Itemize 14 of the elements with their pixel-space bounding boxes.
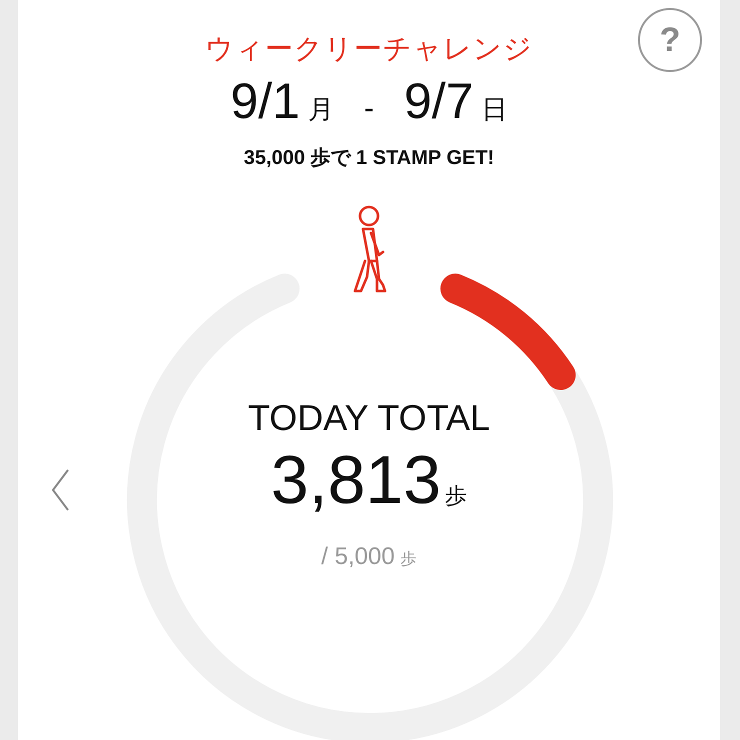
start-date: 9/1 [230, 72, 300, 130]
today-total-label: TODAY TOTAL [248, 397, 490, 439]
step-count: 3,813 [270, 441, 442, 519]
challenge-title: ウィークリーチャレンジ [205, 32, 533, 66]
end-date: 9/7 [404, 72, 474, 130]
end-weekday: 日 [482, 93, 508, 126]
help-button[interactable]: ? [638, 8, 702, 72]
start-weekday: 月 [308, 93, 334, 126]
step-unit: 歩 [445, 482, 468, 510]
date-separator: - [364, 92, 374, 126]
goal-text: 35,000 歩で 1 STAMP GET! [244, 146, 494, 171]
target-unit: 歩 [400, 550, 417, 570]
target-steps: / 5,000 [321, 543, 395, 571]
chevron-left-icon[interactable] [50, 468, 70, 512]
